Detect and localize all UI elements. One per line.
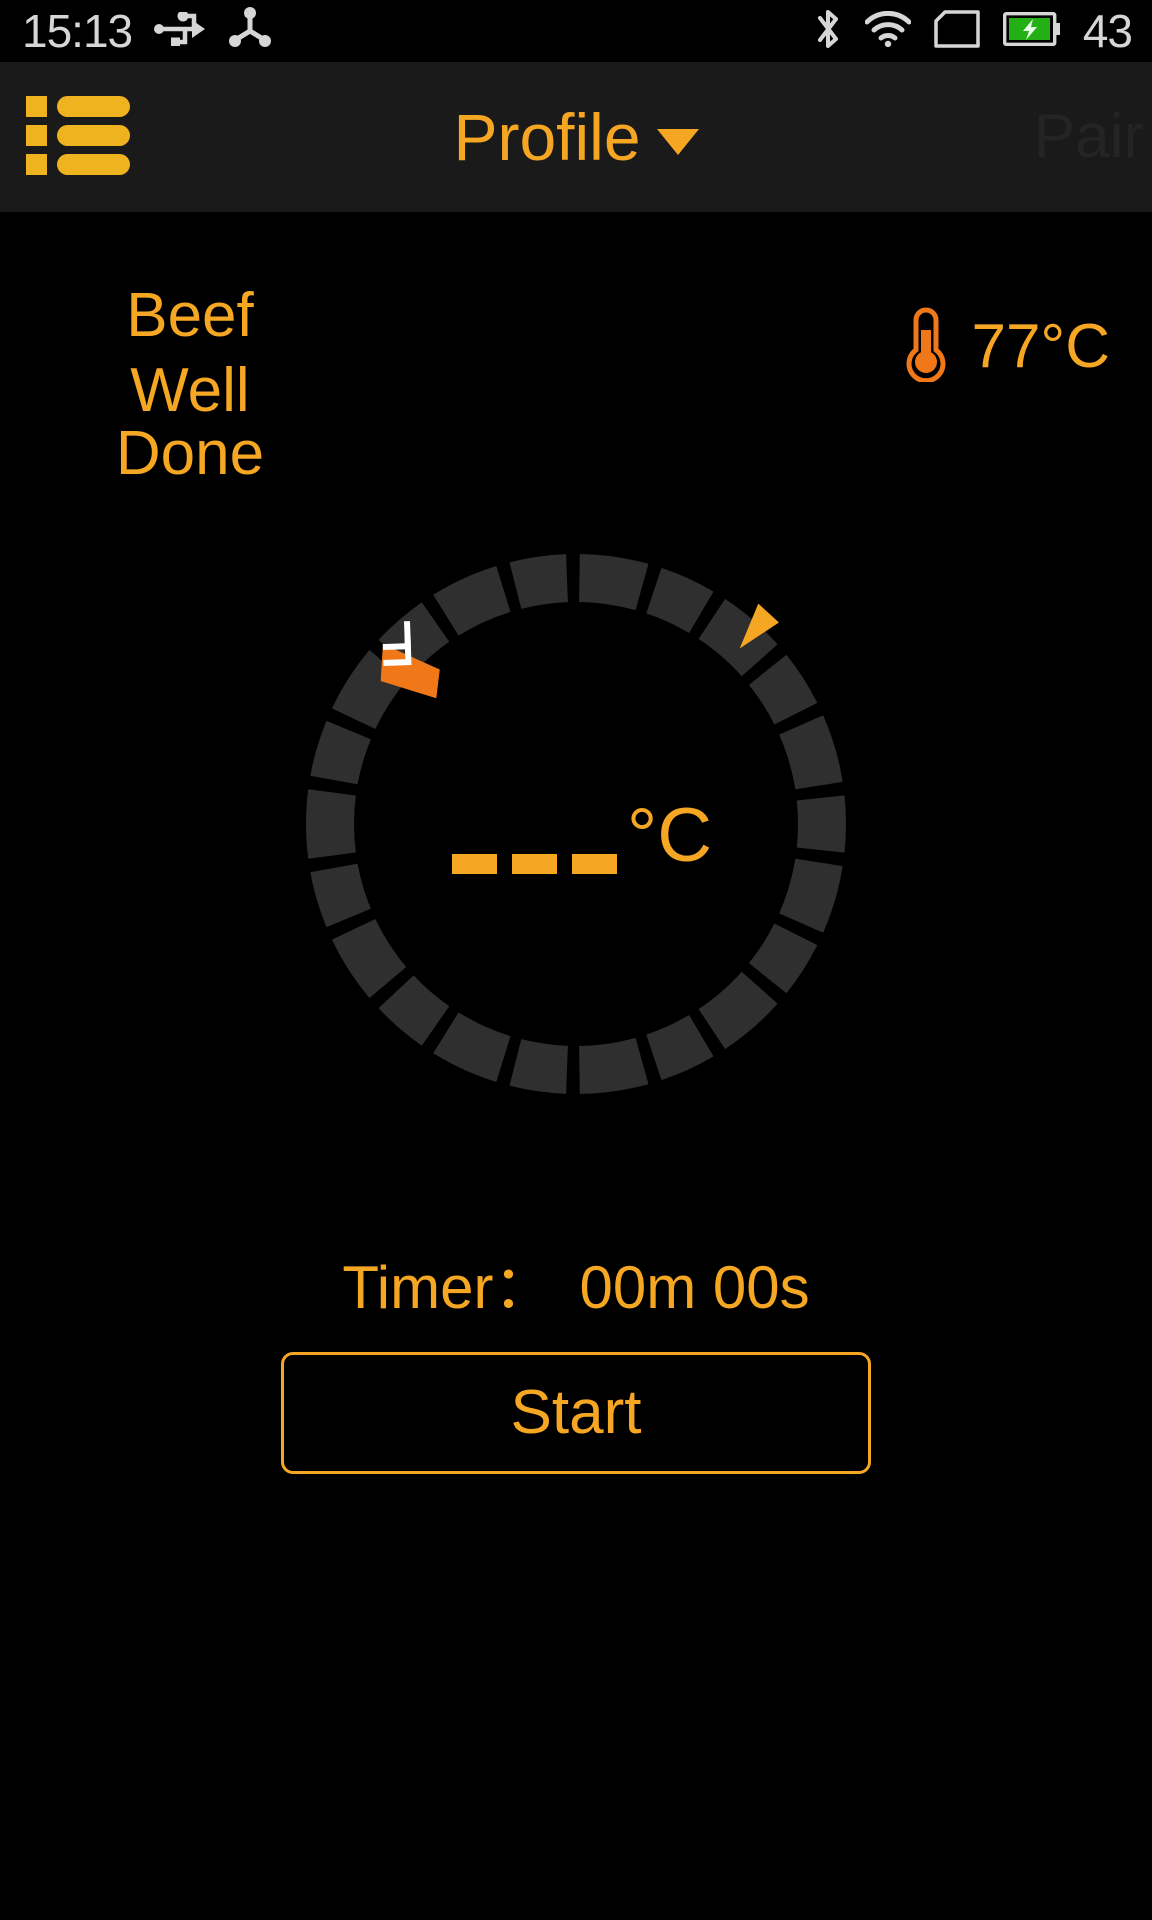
meat-selection[interactable]: Beef Well Done xyxy=(50,284,330,486)
thermometer-icon xyxy=(899,306,953,387)
page-title: Profile xyxy=(453,100,641,174)
header-title-container: Profile xyxy=(0,62,1152,212)
chevron-down-icon xyxy=(656,129,699,155)
app-root: 15:13 43 Profile Pair Beef Well Done 77°… xyxy=(0,0,1152,1920)
start-button[interactable]: Start xyxy=(281,1352,871,1474)
reading-dash xyxy=(571,854,617,874)
battery-percent-label: 43 xyxy=(1082,5,1133,57)
meat-type-label: Beef xyxy=(126,281,254,350)
reading-unit-label: °C xyxy=(626,793,713,878)
bluetooth-icon xyxy=(813,7,843,56)
usb-icon xyxy=(154,10,206,51)
pair-button[interactable]: Pair xyxy=(1034,106,1152,168)
cast-icon xyxy=(228,6,272,56)
reading-dashes xyxy=(451,854,617,874)
status-bar-right: 43 xyxy=(813,7,1152,56)
sim-card-icon xyxy=(933,9,981,53)
reading-dash xyxy=(451,854,497,874)
target-temperature: 77°C xyxy=(899,306,1110,387)
profile-summary-row: Beef Well Done 77°C xyxy=(0,284,1152,486)
status-clock: 15:13 xyxy=(22,5,133,57)
gauge-center-readout: °C xyxy=(246,494,906,1154)
target-temp-value: 77°C xyxy=(971,311,1110,381)
profile-dropdown-button[interactable]: Profile xyxy=(453,100,699,174)
wifi-icon xyxy=(864,10,912,52)
current-reading: °C xyxy=(451,793,713,878)
temperature-gauge[interactable]: °C xyxy=(246,494,906,1154)
app-header: Profile Pair xyxy=(0,62,1152,212)
list-menu-icon xyxy=(26,92,130,183)
status-bar: 15:13 43 xyxy=(0,0,1152,62)
battery-charging-icon xyxy=(1002,11,1061,51)
start-button-label: Start xyxy=(510,1378,642,1447)
doneness-label: Well Done xyxy=(115,356,265,489)
reading-dash xyxy=(511,854,557,874)
timer-label: Timer： xyxy=(342,1254,554,1321)
timer-value: 00m 00s xyxy=(579,1254,810,1321)
timer-row: Timer： 00m 00s xyxy=(0,1258,1152,1318)
menu-button[interactable] xyxy=(26,94,130,180)
main-content: Beef Well Done 77°C °C Timer： 00m 00s St… xyxy=(0,212,1152,1920)
status-bar-left: 15:13 xyxy=(0,5,272,57)
